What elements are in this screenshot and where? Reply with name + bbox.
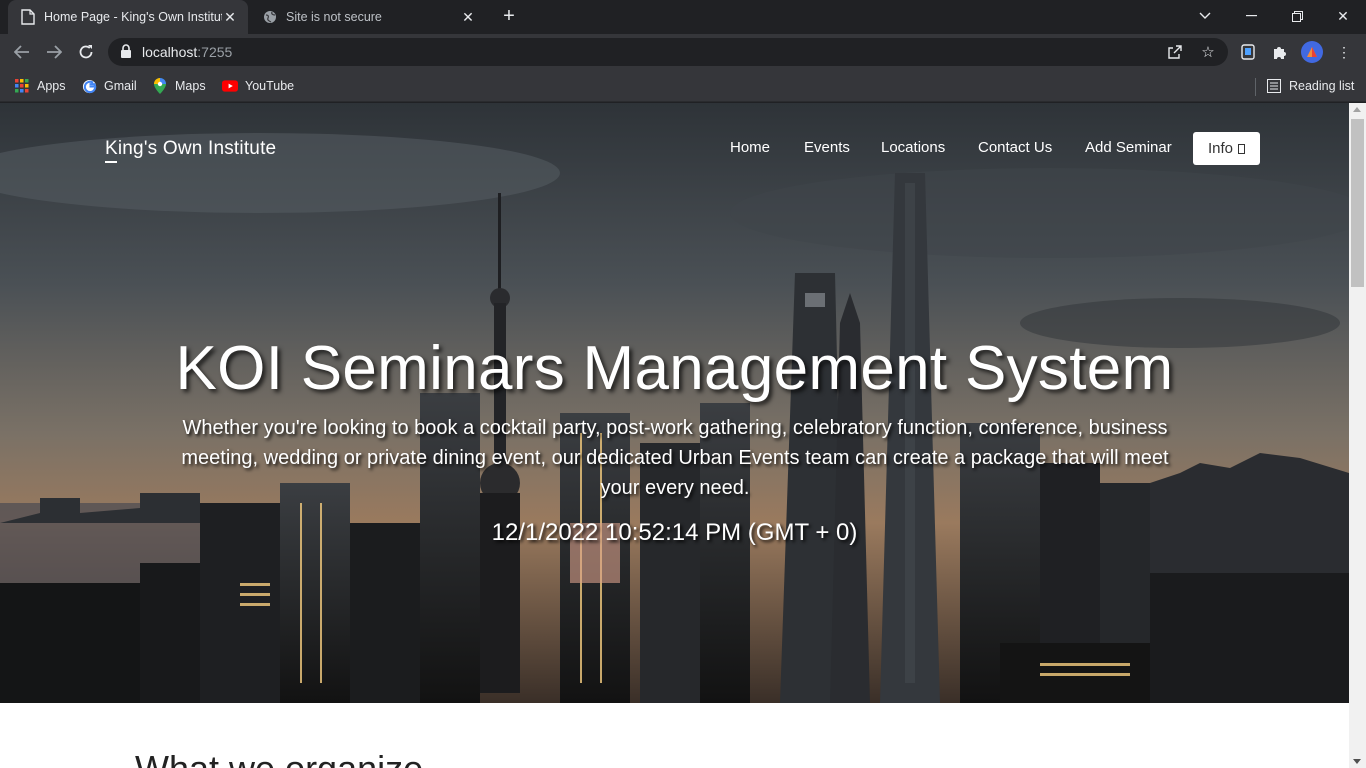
tab-strip: Home Page - King's Own Institute ✕ Site … xyxy=(0,0,1366,34)
reading-list-icon xyxy=(1266,78,1282,94)
close-tab-icon[interactable]: ✕ xyxy=(222,9,238,26)
profile-avatar[interactable] xyxy=(1301,41,1323,63)
lock-icon[interactable] xyxy=(120,44,134,60)
section-heading: What we organize xyxy=(135,748,423,768)
globe-icon xyxy=(262,9,278,25)
tab-site-not-secure[interactable]: Site is not secure ✕ xyxy=(250,0,486,34)
tab-home-page[interactable]: Home Page - King's Own Institute ✕ xyxy=(8,0,248,34)
scroll-down-arrow[interactable] xyxy=(1353,759,1361,764)
bookmark-label: YouTube xyxy=(245,79,295,93)
extension-icon[interactable] xyxy=(1238,42,1258,62)
current-datetime: 12/1/2022 10:52:14 PM (GMT + 0) xyxy=(491,519,858,546)
minimize-button[interactable] xyxy=(1228,0,1274,32)
bookmarks-bar: Apps Gmail Maps YouTube Reading list xyxy=(0,70,1366,102)
page-viewport: King's Own Institute Home Events Locatio… xyxy=(0,103,1349,768)
info-button[interactable]: Info xyxy=(1193,132,1260,165)
bookmark-maps[interactable]: Maps xyxy=(152,76,206,96)
reload-button[interactable] xyxy=(74,40,98,64)
hero-title: KOI Seminars Management System xyxy=(175,334,1174,403)
url-text: localhost:7255 xyxy=(142,44,233,60)
maps-pin-icon xyxy=(152,78,168,94)
youtube-icon xyxy=(222,78,238,94)
nav-link-contact-us[interactable]: Contact Us xyxy=(978,139,1052,156)
bookmark-label: Maps xyxy=(175,79,206,93)
apps-grid-icon xyxy=(14,78,30,94)
bookmark-label: Apps xyxy=(37,79,66,93)
bookmarks-divider xyxy=(1255,78,1256,96)
forward-button[interactable] xyxy=(42,40,66,64)
address-bar[interactable]: localhost:7255 ☆ xyxy=(108,38,1228,66)
scroll-up-arrow[interactable] xyxy=(1353,107,1361,112)
new-tab-button[interactable]: + xyxy=(497,5,521,29)
puzzle-extensions-icon[interactable] xyxy=(1270,42,1290,62)
bookmark-star-icon[interactable]: ☆ xyxy=(1199,44,1217,62)
bookmark-apps[interactable]: Apps xyxy=(14,76,66,96)
scrollbar-thumb[interactable] xyxy=(1351,119,1364,287)
hero-section: King's Own Institute Home Events Locatio… xyxy=(0,103,1349,703)
nav-link-locations[interactable]: Locations xyxy=(881,139,945,156)
bookmark-gmail[interactable]: Gmail xyxy=(81,76,137,96)
nav-link-add-seminar[interactable]: Add Seminar xyxy=(1085,139,1172,156)
nav-link-home[interactable]: Home xyxy=(730,139,770,156)
info-button-label: Info xyxy=(1207,140,1234,157)
kebab-menu-icon[interactable]: ⋮ xyxy=(1334,42,1354,62)
page-scrollbar[interactable] xyxy=(1349,103,1366,768)
browser-toolbar: localhost:7255 ☆ ⋮ xyxy=(0,34,1366,70)
restore-button[interactable] xyxy=(1274,0,1320,32)
hero-subtitle: Whether you're looking to book a cocktai… xyxy=(181,417,1169,499)
nav-link-events[interactable]: Events xyxy=(804,139,850,156)
close-tab-icon[interactable]: ✕ xyxy=(460,9,476,26)
tab-search-icon[interactable] xyxy=(1182,0,1228,32)
site-brand-logo[interactable]: King's Own Institute xyxy=(105,138,276,163)
bookmark-label: Gmail xyxy=(104,79,137,93)
missing-glyph-icon xyxy=(1238,143,1246,154)
close-window-button[interactable]: ✕ xyxy=(1320,0,1366,32)
bookmark-youtube[interactable]: YouTube xyxy=(222,76,294,96)
share-icon[interactable] xyxy=(1166,44,1184,62)
page-icon xyxy=(20,9,36,25)
back-button[interactable] xyxy=(10,40,34,64)
tab-title: Home Page - King's Own Institute xyxy=(44,10,222,24)
reading-list-button[interactable]: Reading list xyxy=(1266,76,1354,96)
bookmark-label: Reading list xyxy=(1289,79,1355,93)
tab-title: Site is not secure xyxy=(286,10,382,24)
google-icon xyxy=(81,78,97,94)
